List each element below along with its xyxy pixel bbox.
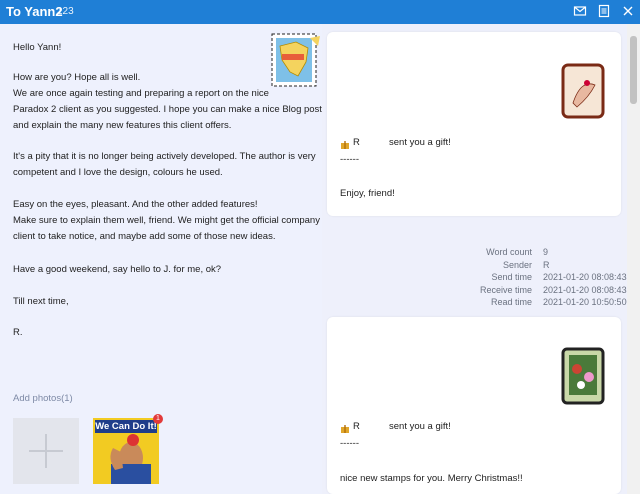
- title-bar: To Yann2 123: [0, 0, 640, 24]
- letter-paragraph-2: It's a pity that it is no longer being a…: [13, 151, 316, 178]
- gift-text: sent you a gift!: [389, 137, 451, 148]
- notes-icon[interactable]: [597, 4, 613, 20]
- gift-sender[interactable]: R: [353, 421, 360, 432]
- scrollbar-thumb[interactable]: [630, 36, 637, 104]
- letter-paragraph-5: Till next time,: [13, 296, 69, 307]
- stamp-bird-icon: [561, 63, 607, 119]
- letter-paragraph-4: Have a good weekend, say hello to J. for…: [13, 264, 222, 275]
- gifts-panel: R sent you a gift! ------ Enjoy, friend!…: [322, 24, 627, 494]
- gift-icon: [340, 137, 350, 149]
- add-photos-link[interactable]: Add photos(1): [13, 393, 73, 404]
- window-title: To Yann2: [6, 4, 63, 19]
- photo-count-badge: 1: [153, 414, 163, 424]
- letter-paragraph-3: Easy on the eyes, pleasant. And the othe…: [13, 199, 320, 242]
- gift-icon: [340, 421, 350, 433]
- stamp-map-icon: [270, 32, 322, 88]
- letter-signature: R.: [13, 327, 23, 338]
- gift-divider: ------: [340, 438, 359, 449]
- letter-greeting: Hello Yann!: [13, 42, 62, 53]
- gift-card: R sent you a gift! ------ Enjoy, friend!: [327, 32, 621, 216]
- gift-text: sent you a gift!: [389, 421, 451, 432]
- gift-message: Enjoy, friend!: [340, 188, 395, 199]
- gift-message: nice new stamps for you. Merry Christmas…: [340, 473, 523, 484]
- photo-thumbnail[interactable]: We Can Do It!: [93, 418, 159, 484]
- gift-card: R sent you a gift! ------ nice new stamp…: [327, 317, 621, 494]
- close-icon[interactable]: [621, 4, 637, 20]
- gift-sender[interactable]: R: [353, 137, 360, 148]
- mail-icon[interactable]: [573, 4, 589, 20]
- message-meta: Word count 9 Sender R Send time 2021-01-20 …: [479, 247, 627, 307]
- add-photo-button[interactable]: [13, 418, 79, 484]
- message-count: 123: [57, 6, 74, 17]
- scrollbar[interactable]: [627, 24, 640, 494]
- stamp-christmas-icon: [561, 347, 607, 405]
- gift-divider: ------: [340, 154, 359, 165]
